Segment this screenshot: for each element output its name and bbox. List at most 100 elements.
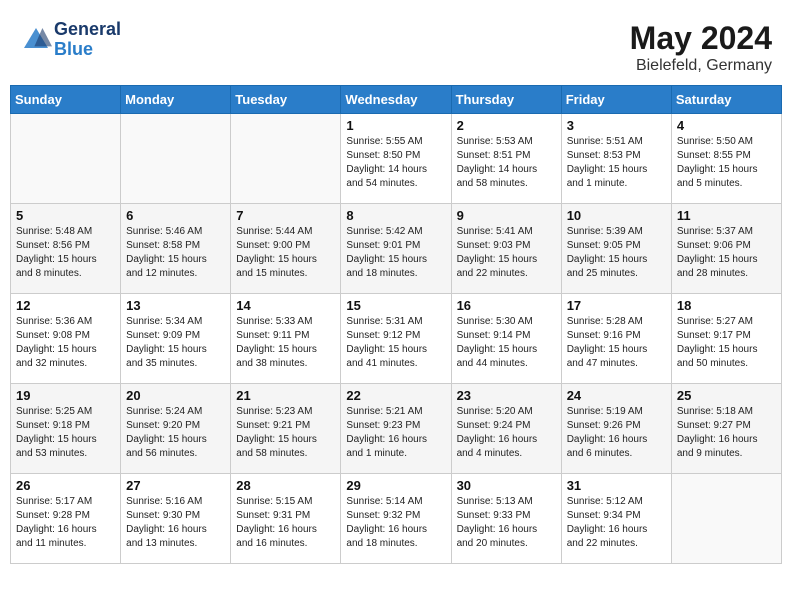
- calendar-cell: 7 Sunrise: 5:44 AM Sunset: 9:00 PM Daylig…: [231, 204, 341, 294]
- calendar-cell: 3 Sunrise: 5:51 AM Sunset: 8:53 PM Daylig…: [561, 114, 671, 204]
- calendar-cell: 31 Sunrise: 5:12 AM Sunset: 9:34 PM Dayli…: [561, 474, 671, 564]
- weekday-header-row: SundayMondayTuesdayWednesdayThursdayFrid…: [11, 86, 782, 114]
- cell-content: Sunrise: 5:21 AM Sunset: 9:23 PM Dayligh…: [346, 405, 445, 461]
- weekday-header-monday: Monday: [121, 86, 231, 114]
- calendar-cell: 8Sunrise: 5:42 AM Sunset: 9:01 PM Daylig…: [341, 204, 451, 294]
- calendar-cell: 23 Sunrise: 5:20 AM Sunset: 9:24 PM Dayli…: [451, 384, 561, 474]
- day-number: 13: [126, 298, 225, 313]
- cell-content: Sunrise: 5:20 AM Sunset: 9:24 PM Dayligh…: [457, 405, 556, 461]
- day-number: 10: [567, 208, 666, 223]
- cell-content: Sunrise: 5:50 AM Sunset: 8:55 PM Dayligh…: [677, 135, 776, 191]
- day-number: 9: [457, 208, 556, 223]
- cell-content: Sunrise: 5:36 AM Sunset: 9:08 PM Dayligh…: [16, 315, 115, 371]
- day-number: 3: [567, 118, 666, 133]
- calendar-cell: 9Sunrise: 5:41 AM Sunset: 9:03 PM Daylig…: [451, 204, 561, 294]
- calendar-cell: 28Sunrise: 5:15 AM Sunset: 9:31 PM Dayli…: [231, 474, 341, 564]
- calendar-cell: 1 Sunrise: 5:55 AM Sunset: 8:50 PM Daylig…: [341, 114, 451, 204]
- day-number: 25: [677, 388, 776, 403]
- day-number: 18: [677, 298, 776, 313]
- week-row-3: 12Sunrise: 5:36 AM Sunset: 9:08 PM Dayli…: [11, 294, 782, 384]
- weekday-header-wednesday: Wednesday: [341, 86, 451, 114]
- calendar-cell: 20 Sunrise: 5:24 AM Sunset: 9:20 PM Dayli…: [121, 384, 231, 474]
- weekday-header-friday: Friday: [561, 86, 671, 114]
- month-year: May 2024: [630, 20, 772, 57]
- cell-content: Sunrise: 5:39 AM Sunset: 9:05 PM Dayligh…: [567, 225, 666, 281]
- cell-content: Sunrise: 5:14 AM Sunset: 9:32 PM Dayligh…: [346, 495, 445, 551]
- day-number: 14: [236, 298, 335, 313]
- cell-content: Sunrise: 5:31 AM Sunset: 9:12 PM Dayligh…: [346, 315, 445, 371]
- day-number: 20: [126, 388, 225, 403]
- week-row-4: 19 Sunrise: 5:25 AM Sunset: 9:18 PM Dayli…: [11, 384, 782, 474]
- calendar-cell: 12Sunrise: 5:36 AM Sunset: 9:08 PM Dayli…: [11, 294, 121, 384]
- day-number: 24: [567, 388, 666, 403]
- calendar-cell: 26Sunrise: 5:17 AM Sunset: 9:28 PM Dayli…: [11, 474, 121, 564]
- day-number: 17: [567, 298, 666, 313]
- calendar-cell: 29 Sunrise: 5:14 AM Sunset: 9:32 PM Dayli…: [341, 474, 451, 564]
- cell-content: Sunrise: 5:44 AM Sunset: 9:00 PM Dayligh…: [236, 225, 335, 281]
- day-number: 26: [16, 478, 115, 493]
- cell-content: Sunrise: 5:23 AM Sunset: 9:21 PM Dayligh…: [236, 405, 335, 461]
- cell-content: Sunrise: 5:51 AM Sunset: 8:53 PM Dayligh…: [567, 135, 666, 191]
- title-block: May 2024 Bielefeld, Germany: [630, 20, 772, 75]
- cell-content: Sunrise: 5:53 AM Sunset: 8:51 PM Dayligh…: [457, 135, 556, 191]
- calendar-cell: 6Sunrise: 5:46 AM Sunset: 8:58 PM Daylig…: [121, 204, 231, 294]
- calendar-cell: 14Sunrise: 5:33 AM Sunset: 9:11 PM Dayli…: [231, 294, 341, 384]
- calendar-cell: 22 Sunrise: 5:21 AM Sunset: 9:23 PM Dayli…: [341, 384, 451, 474]
- logo-line2: Blue: [54, 40, 121, 60]
- calendar-cell: 24 Sunrise: 5:19 AM Sunset: 9:26 PM Dayli…: [561, 384, 671, 474]
- cell-content: Sunrise: 5:18 AM Sunset: 9:27 PM Dayligh…: [677, 405, 776, 461]
- day-number: 16: [457, 298, 556, 313]
- day-number: 29: [346, 478, 445, 493]
- logo-icon: [20, 24, 52, 56]
- calendar-cell: 25 Sunrise: 5:18 AM Sunset: 9:27 PM Dayli…: [671, 384, 781, 474]
- cell-content: Sunrise: 5:37 AM Sunset: 9:06 PM Dayligh…: [677, 225, 776, 281]
- calendar-cell: [231, 114, 341, 204]
- cell-content: Sunrise: 5:25 AM Sunset: 9:18 PM Dayligh…: [16, 405, 115, 461]
- cell-content: Sunrise: 5:55 AM Sunset: 8:50 PM Dayligh…: [346, 135, 445, 191]
- logo-line1: General: [54, 20, 121, 40]
- day-number: 6: [126, 208, 225, 223]
- day-number: 22: [346, 388, 445, 403]
- day-number: 30: [457, 478, 556, 493]
- cell-content: Sunrise: 5:16 AM Sunset: 9:30 PM Dayligh…: [126, 495, 225, 551]
- day-number: 27: [126, 478, 225, 493]
- day-number: 11: [677, 208, 776, 223]
- calendar-cell: 11 Sunrise: 5:37 AM Sunset: 9:06 PM Dayli…: [671, 204, 781, 294]
- day-number: 21: [236, 388, 335, 403]
- cell-content: Sunrise: 5:28 AM Sunset: 9:16 PM Dayligh…: [567, 315, 666, 371]
- day-number: 5: [16, 208, 115, 223]
- calendar-cell: 10 Sunrise: 5:39 AM Sunset: 9:05 PM Dayli…: [561, 204, 671, 294]
- calendar-cell: 21 Sunrise: 5:23 AM Sunset: 9:21 PM Dayli…: [231, 384, 341, 474]
- cell-content: Sunrise: 5:34 AM Sunset: 9:09 PM Dayligh…: [126, 315, 225, 371]
- calendar-cell: [671, 474, 781, 564]
- day-number: 1: [346, 118, 445, 133]
- weekday-header-thursday: Thursday: [451, 86, 561, 114]
- weekday-header-saturday: Saturday: [671, 86, 781, 114]
- location: Bielefeld, Germany: [630, 57, 772, 75]
- cell-content: Sunrise: 5:24 AM Sunset: 9:20 PM Dayligh…: [126, 405, 225, 461]
- calendar-cell: [121, 114, 231, 204]
- weekday-header-tuesday: Tuesday: [231, 86, 341, 114]
- cell-content: Sunrise: 5:30 AM Sunset: 9:14 PM Dayligh…: [457, 315, 556, 371]
- day-number: 4: [677, 118, 776, 133]
- day-number: 8: [346, 208, 445, 223]
- calendar-cell: 18Sunrise: 5:27 AM Sunset: 9:17 PM Dayli…: [671, 294, 781, 384]
- cell-content: Sunrise: 5:19 AM Sunset: 9:26 PM Dayligh…: [567, 405, 666, 461]
- day-number: 7: [236, 208, 335, 223]
- cell-content: Sunrise: 5:12 AM Sunset: 9:34 PM Dayligh…: [567, 495, 666, 551]
- day-number: 2: [457, 118, 556, 133]
- day-number: 28: [236, 478, 335, 493]
- calendar-cell: 2 Sunrise: 5:53 AM Sunset: 8:51 PM Daylig…: [451, 114, 561, 204]
- calendar-cell: [11, 114, 121, 204]
- calendar-cell: 16 Sunrise: 5:30 AM Sunset: 9:14 PM Dayli…: [451, 294, 561, 384]
- calendar-cell: 13 Sunrise: 5:34 AM Sunset: 9:09 PM Dayli…: [121, 294, 231, 384]
- weekday-header-sunday: Sunday: [11, 86, 121, 114]
- day-number: 19: [16, 388, 115, 403]
- calendar-cell: 4 Sunrise: 5:50 AM Sunset: 8:55 PM Daylig…: [671, 114, 781, 204]
- day-number: 31: [567, 478, 666, 493]
- week-row-5: 26Sunrise: 5:17 AM Sunset: 9:28 PM Dayli…: [11, 474, 782, 564]
- cell-content: Sunrise: 5:48 AM Sunset: 8:56 PM Dayligh…: [16, 225, 115, 281]
- day-number: 23: [457, 388, 556, 403]
- calendar-cell: 5 Sunrise: 5:48 AM Sunset: 8:56 PM Daylig…: [11, 204, 121, 294]
- day-number: 15: [346, 298, 445, 313]
